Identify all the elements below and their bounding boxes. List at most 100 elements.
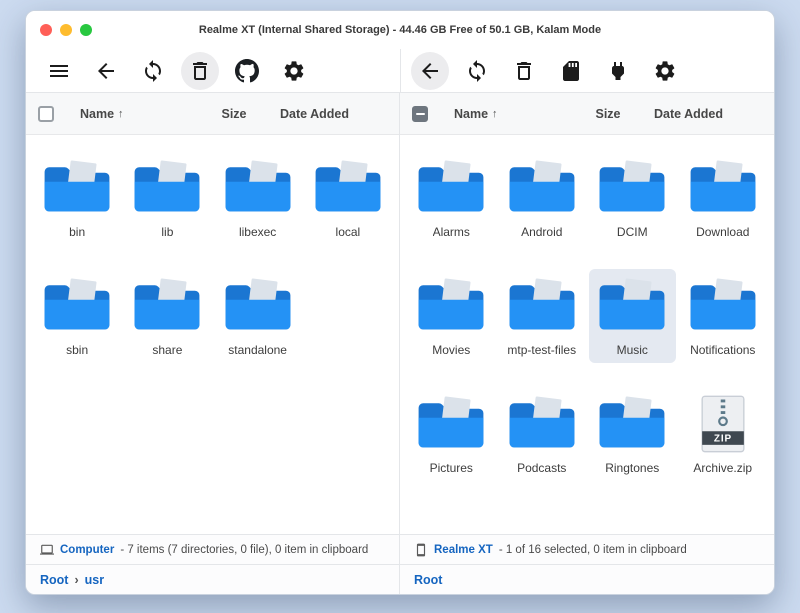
file-name: Archive.zip (693, 461, 752, 475)
zoom-button[interactable] (80, 24, 92, 36)
computer-icon (40, 543, 54, 557)
breadcrumb-root-right[interactable]: Root (414, 573, 442, 587)
select-all-checkbox-left[interactable] (38, 106, 54, 122)
back-arrow-icon (418, 59, 442, 83)
file-item-ringtones[interactable]: Ringtones (589, 387, 676, 481)
file-name: Android (521, 225, 562, 239)
file-name: local (336, 225, 361, 239)
file-item-mtp-test-files[interactable]: mtp-test-files (499, 269, 586, 363)
file-name: Download (696, 225, 749, 239)
window-controls (40, 11, 92, 49)
status-bar: Computer - 7 items (7 directories, 0 fil… (26, 534, 774, 564)
file-item-sbin[interactable]: sbin (34, 269, 120, 363)
file-item-lib[interactable]: lib (124, 151, 210, 245)
folder-icon (415, 159, 487, 217)
folder-icon (131, 277, 203, 335)
breadcrumb-left: Root › usr (26, 565, 400, 594)
column-size-left[interactable]: Size (188, 107, 280, 121)
column-name-right[interactable]: Name ↑ (454, 107, 562, 121)
file-item-share[interactable]: share (124, 269, 210, 363)
back-button-left[interactable] (87, 52, 125, 90)
window-title: Realme XT (Internal Shared Storage) - 44… (199, 24, 601, 36)
file-name: Ringtones (605, 461, 659, 475)
sort-ascending-icon: ↑ (118, 108, 124, 120)
settings-button-left[interactable] (275, 52, 313, 90)
folder-icon (596, 277, 668, 335)
title-bar[interactable]: Realme XT (Internal Shared Storage) - 44… (26, 11, 774, 49)
folder-icon (41, 277, 113, 335)
minimize-button[interactable] (60, 24, 72, 36)
status-text-right: - 1 of 16 selected, 0 item in clipboard (499, 544, 687, 556)
trash-icon (188, 59, 212, 83)
breadcrumb-usr[interactable]: usr (85, 573, 104, 587)
zip-file-icon: ZIP (687, 395, 759, 453)
folder-icon (222, 159, 294, 217)
refresh-button-left[interactable] (134, 52, 172, 90)
file-name: share (152, 343, 182, 357)
column-date-added-left[interactable]: Date Added (280, 107, 387, 121)
file-item-bin[interactable]: bin (34, 151, 120, 245)
folder-icon (687, 277, 759, 335)
settings-button-right[interactable] (646, 52, 684, 90)
file-name: Alarms (433, 225, 470, 239)
file-item-android[interactable]: Android (499, 151, 586, 245)
github-icon (235, 59, 259, 83)
folder-icon (596, 159, 668, 217)
file-item-archive-zip[interactable]: ZIP Archive.zip (680, 387, 767, 481)
file-item-standalone[interactable]: standalone (215, 269, 301, 363)
file-grid-left[interactable]: bin lib libexec local sbin (26, 135, 399, 534)
file-item-local[interactable]: local (305, 151, 391, 245)
file-grid-right[interactable]: Alarms Android DCIM Download Movies (400, 135, 774, 534)
gear-icon (653, 59, 677, 83)
folder-icon (506, 159, 578, 217)
usb-power-button[interactable] (599, 52, 637, 90)
file-panes: Name ↑ Size Date Added bin lib libexec (26, 93, 774, 534)
back-button-right[interactable] (411, 52, 449, 90)
toolbar-right-pane (400, 49, 774, 92)
file-item-libexec[interactable]: libexec (215, 151, 301, 245)
folder-icon (687, 159, 759, 217)
back-arrow-icon (94, 59, 118, 83)
left-pane: Name ↑ Size Date Added bin lib libexec (26, 93, 400, 534)
delete-button-left[interactable] (181, 52, 219, 90)
storage-button[interactable] (552, 52, 590, 90)
smartphone-icon (414, 543, 428, 557)
device-link[interactable]: Realme XT (434, 544, 493, 556)
file-item-music-selected[interactable]: Music (589, 269, 676, 363)
folder-icon (131, 159, 203, 217)
file-item-movies[interactable]: Movies (408, 269, 495, 363)
computer-device-link[interactable]: Computer (60, 544, 114, 556)
file-name: libexec (239, 225, 276, 239)
column-date-added-right[interactable]: Date Added (654, 107, 762, 121)
column-name-label: Name (80, 107, 114, 121)
file-item-podcasts[interactable]: Podcasts (499, 387, 586, 481)
breadcrumb-root-left[interactable]: Root (40, 573, 68, 587)
file-item-dcim[interactable]: DCIM (589, 151, 676, 245)
breadcrumb-bar: Root › usr Root (26, 564, 774, 594)
right-pane: Name ↑ Size Date Added Alarms Android DC… (400, 93, 774, 534)
menu-button[interactable] (40, 52, 78, 90)
refresh-button-right[interactable] (458, 52, 496, 90)
folder-icon (415, 277, 487, 335)
file-name: Music (617, 343, 648, 357)
file-item-download[interactable]: Download (680, 151, 767, 245)
breadcrumb-right: Root (400, 565, 774, 594)
file-name: Pictures (430, 461, 473, 475)
gear-icon (282, 59, 306, 83)
select-all-checkbox-right[interactable] (412, 106, 428, 122)
status-left: Computer - 7 items (7 directories, 0 fil… (26, 535, 400, 564)
app-window: Realme XT (Internal Shared Storage) - 44… (25, 10, 775, 595)
delete-button-right[interactable] (505, 52, 543, 90)
folder-icon (222, 277, 294, 335)
file-item-notifications[interactable]: Notifications (680, 269, 767, 363)
column-name-left[interactable]: Name ↑ (80, 107, 188, 121)
folder-icon (312, 159, 384, 217)
file-item-alarms[interactable]: Alarms (408, 151, 495, 245)
column-size-right[interactable]: Size (562, 107, 654, 121)
github-button[interactable] (228, 52, 266, 90)
file-item-pictures[interactable]: Pictures (408, 387, 495, 481)
folder-icon (596, 395, 668, 453)
zip-badge-label: ZIP (714, 434, 732, 445)
close-button[interactable] (40, 24, 52, 36)
toolbar (26, 49, 774, 93)
